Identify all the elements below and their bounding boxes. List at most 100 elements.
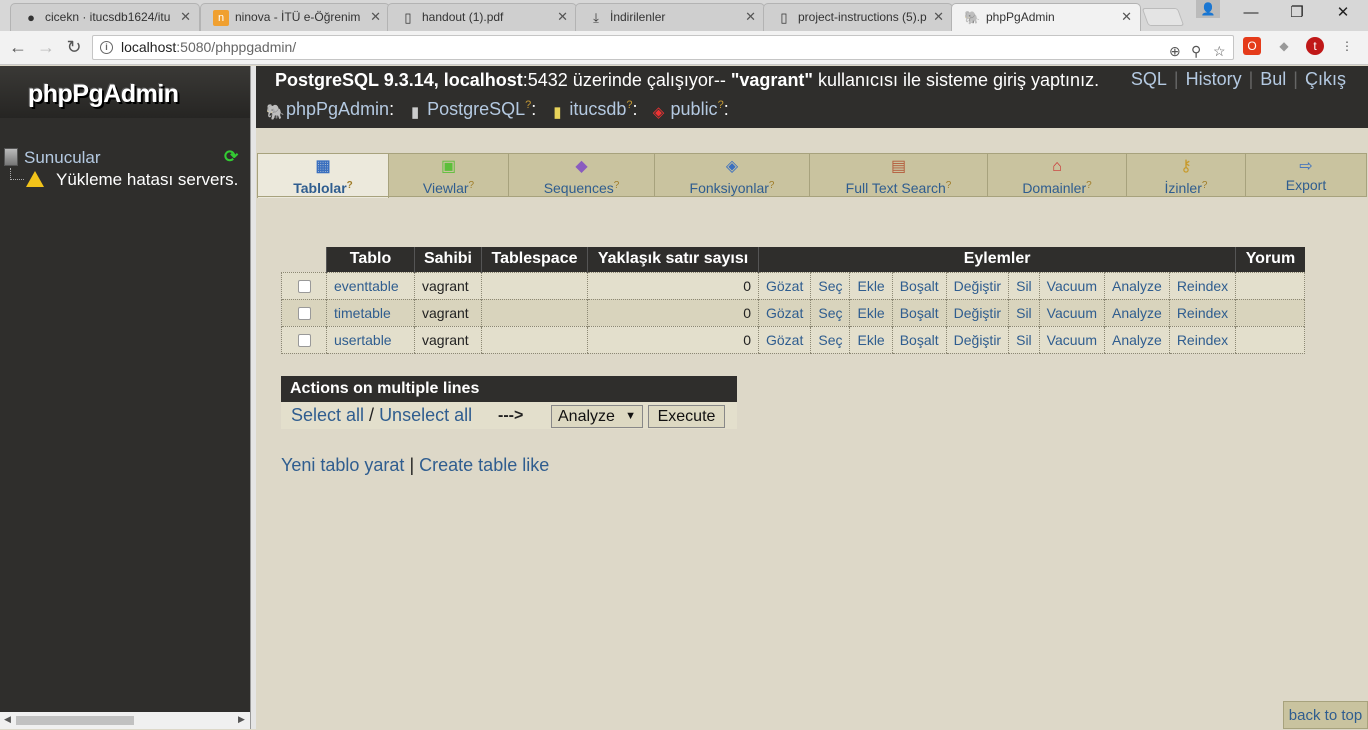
action-boalt-link[interactable]: Boşalt <box>891 325 947 354</box>
trail-phppgadmin[interactable]: phpPgAdmin <box>286 99 389 119</box>
action-ekle-link[interactable]: Ekle <box>849 325 893 354</box>
tab-tables[interactable]: ▦ Tablolar? <box>257 153 389 198</box>
action-analyze-link[interactable]: Analyze <box>1104 271 1170 299</box>
url-input[interactable]: i localhost:5080/phppgadmin/ ⊕ ⚲ ☆ <box>92 35 1234 60</box>
scroll-left-icon[interactable]: ◀ <box>4 714 11 725</box>
dropbox-extension-icon[interactable]: ◆ <box>1275 37 1293 55</box>
sql-link[interactable]: SQL <box>1131 69 1167 89</box>
action-se-link[interactable]: Seç <box>810 325 850 354</box>
close-icon[interactable]: ✕ <box>1121 4 1132 30</box>
window-close-button[interactable]: ✕ <box>1320 0 1366 28</box>
action-gzat-link[interactable]: Gözat <box>757 271 811 299</box>
action-se-link[interactable]: Seç <box>810 298 850 326</box>
action-boalt-link[interactable]: Boşalt <box>891 271 947 299</box>
close-icon[interactable]: ✕ <box>180 4 191 30</box>
tab-label: Tablolar <box>293 180 347 196</box>
action-select[interactable]: Analyze ▼ <box>551 405 643 428</box>
action-deitir-link[interactable]: Değiştir <box>945 271 1009 299</box>
maximize-button[interactable]: ❐ <box>1274 0 1320 28</box>
action-boalt-link[interactable]: Boşalt <box>891 298 947 326</box>
browser-tab-ninova[interactable]: n ninova - İTÜ e-Öğrenim ✕ <box>200 3 390 31</box>
action-vacuum-link[interactable]: Vacuum <box>1038 271 1105 299</box>
trail-postgresql[interactable]: PostgreSQL <box>427 99 525 119</box>
tab-views[interactable]: ▣ Viewlar? <box>388 153 509 197</box>
zoom-icon[interactable]: ⊕ <box>1169 40 1181 63</box>
tab-domains[interactable]: ⌂ Domainler? <box>987 153 1127 197</box>
close-icon[interactable]: ✕ <box>933 4 944 30</box>
tab-sequences[interactable]: ◆ Sequences? <box>508 153 655 197</box>
browser-tab-instructions[interactable]: ▯ project-instructions (5).p ✕ <box>763 3 953 31</box>
action-sil-link[interactable]: Sil <box>1008 298 1040 326</box>
browser-tab-handout[interactable]: ▯ handout (1).pdf ✕ <box>387 3 577 31</box>
action-ekle-link[interactable]: Ekle <box>849 298 893 326</box>
database-icon: ▮ <box>553 104 562 121</box>
scroll-right-icon[interactable]: ▶ <box>238 714 245 725</box>
select-all-link[interactable]: Select all <box>291 405 364 425</box>
table-name-link[interactable]: eventtable <box>326 271 415 299</box>
info-icon[interactable]: i <box>100 41 113 54</box>
url-host: localhost <box>121 39 177 55</box>
action-reindex-link[interactable]: Reindex <box>1168 325 1236 354</box>
create-table-link[interactable]: Yeni tablo yarat <box>281 455 404 475</box>
create-table-like-link[interactable]: Create table like <box>419 455 549 475</box>
back-to-top-link[interactable]: back to top <box>1283 701 1368 729</box>
action-gzat-link[interactable]: Gözat <box>757 298 811 326</box>
row-checkbox[interactable] <box>297 334 311 348</box>
unselect-all-link[interactable]: Unselect all <box>379 405 472 425</box>
browser-tab-github[interactable]: ● cicekn · itucsdb1624/itu ✕ <box>10 3 200 31</box>
office-extension-icon[interactable]: O <box>1243 37 1261 55</box>
action-ekle-link[interactable]: Ekle <box>849 271 893 299</box>
trail-schema[interactable]: public <box>671 99 718 119</box>
menu-icon[interactable]: ⋮ <box>1338 37 1356 55</box>
tab-export[interactable]: ⇨ Export <box>1245 153 1367 197</box>
minimize-button[interactable]: — <box>1228 0 1274 28</box>
profile-icon[interactable]: 👤 <box>1196 0 1220 18</box>
extension-t-icon[interactable]: t <box>1306 37 1324 55</box>
privileges-icon: ⚷ <box>1180 158 1192 175</box>
table-name-link[interactable]: usertable <box>326 325 415 354</box>
history-link[interactable]: History <box>1186 69 1242 89</box>
find-link[interactable]: Bul <box>1260 69 1286 89</box>
forward-icon[interactable]: → <box>34 35 58 59</box>
close-icon[interactable]: ✕ <box>557 4 568 30</box>
breadcrumb: 🐘phpPgAdmin: ▮ PostgreSQL?: ▮ itucsdb?: ◈ p… <box>266 99 729 121</box>
pin-icon[interactable]: ⚲ <box>1191 40 1201 63</box>
close-icon[interactable]: ✕ <box>370 4 381 30</box>
table-comment <box>1235 271 1306 299</box>
action-analyze-link[interactable]: Analyze <box>1104 298 1170 326</box>
tab-privileges[interactable]: ⚷ İzinler? <box>1126 153 1246 197</box>
column-header-tablespace: Tablespace <box>481 247 588 272</box>
tree-servers[interactable]: Sunucular <box>4 148 101 168</box>
action-sil-link[interactable]: Sil <box>1008 271 1040 299</box>
bookmark-star-icon[interactable]: ☆ <box>1213 40 1226 63</box>
table-name-link[interactable]: timetable <box>326 298 415 326</box>
execute-button[interactable]: Execute <box>648 405 725 428</box>
action-deitir-link[interactable]: Değiştir <box>945 325 1009 354</box>
action-vacuum-link[interactable]: Vacuum <box>1038 298 1105 326</box>
scroll-thumb[interactable] <box>16 716 134 725</box>
row-checkbox[interactable] <box>297 280 311 294</box>
back-icon[interactable]: ← <box>6 35 30 59</box>
action-analyze-link[interactable]: Analyze <box>1104 325 1170 354</box>
action-sil-link[interactable]: Sil <box>1008 325 1040 354</box>
logo[interactable]: phpPgAdmin <box>0 66 250 118</box>
action-vacuum-link[interactable]: Vacuum <box>1038 325 1105 354</box>
row-checkbox[interactable] <box>297 307 311 321</box>
address-bar: ← → ↻ i localhost:5080/phppgadmin/ ⊕ ⚲ ☆… <box>0 31 1368 65</box>
trail-database[interactable]: itucsdb <box>569 99 626 119</box>
reload-icon[interactable]: ↻ <box>62 35 86 59</box>
tab-fulltext[interactable]: ▤ Full Text Search? <box>809 153 988 197</box>
action-deitir-link[interactable]: Değiştir <box>945 298 1009 326</box>
tab-functions[interactable]: ◈ Fonksiyonlar? <box>654 153 810 197</box>
logout-link[interactable]: Çıkış <box>1305 69 1346 89</box>
browser-tab-downloads[interactable]: ⤓ İndirilenler ✕ <box>575 3 765 31</box>
action-reindex-link[interactable]: Reindex <box>1168 298 1236 326</box>
action-reindex-link[interactable]: Reindex <box>1168 271 1236 299</box>
refresh-icon[interactable]: ⟳ <box>224 148 244 166</box>
action-se-link[interactable]: Seç <box>810 271 850 299</box>
close-icon[interactable]: ✕ <box>745 4 756 30</box>
horizontal-scrollbar[interactable]: ◀ ▶ <box>0 712 250 729</box>
new-tab-button[interactable] <box>1141 8 1185 26</box>
action-gzat-link[interactable]: Gözat <box>757 325 811 354</box>
browser-tab-phppgadmin[interactable]: 🐘 phpPgAdmin ✕ <box>951 3 1141 31</box>
